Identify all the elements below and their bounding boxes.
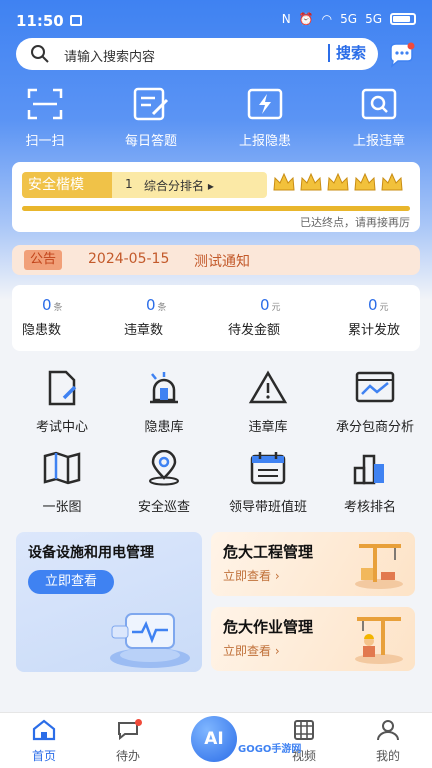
battery-icon <box>390 13 416 25</box>
status-bar: 11:50 N ⏰ ◠ 5G 5G <box>0 0 432 40</box>
stats-card: 0条 隐患数 0条 违章数 0元 待发金额 0元 累计发放 <box>12 285 420 351</box>
equipment-card[interactable]: 设备设施和用电管理 立即查看 <box>16 532 202 672</box>
search-bar[interactable]: 请输入搜索内容 搜索 <box>16 38 378 70</box>
ranking-progress-fill <box>22 206 410 211</box>
feature-subcontractor-analysis[interactable]: 承分包商分析 <box>320 370 430 435</box>
major-work-title: 危大作业管理 <box>223 618 314 636</box>
feature-safety-patrol[interactable]: 安全巡查 <box>114 449 214 515</box>
quick-action-daily-quiz[interactable]: 每日答题 <box>106 86 196 149</box>
quick-action-scan[interactable]: 扫一扫 <box>0 86 90 149</box>
quiz-icon <box>133 87 169 121</box>
user-icon <box>377 720 399 741</box>
quick-action-report-violation[interactable]: 上报违章 <box>334 86 424 149</box>
search-icon <box>31 45 49 63</box>
crane-worker-icon <box>355 617 403 664</box>
watermark: GOGO手游网 <box>238 744 302 755</box>
status-time: 11:50 <box>16 12 64 30</box>
ranking-note: 已达终点，请再接再厉 <box>300 216 410 229</box>
ranking-summary[interactable]: 综合分排名 ▸ <box>144 177 214 194</box>
signal-icon: 5G <box>340 12 358 26</box>
major-project-link[interactable]: 立即查看 › <box>223 567 280 584</box>
major-project-title: 危大工程管理 <box>223 543 314 561</box>
feature-violation-library[interactable]: 违章库 <box>218 370 318 435</box>
ranking-number: 1 <box>125 177 133 191</box>
monitor-illustration <box>110 613 190 668</box>
search-input[interactable]: 请输入搜索内容 <box>64 46 155 65</box>
feature-one-map[interactable]: 一张图 <box>12 450 112 515</box>
video-icon <box>294 720 314 740</box>
report-violation-icon <box>361 88 397 120</box>
stat-hazards[interactable]: 0条 隐患数 <box>22 295 122 338</box>
notification-icon <box>70 15 82 26</box>
ranking-pill: 安全楷模 1 综合分排名 ▸ <box>22 172 267 198</box>
crown-star-icon <box>354 172 376 191</box>
feature-grid: 考试中心 隐患库 违章库 承分包商分析 一张图 安全巡查 领导带班值班 考核排名 <box>0 370 432 520</box>
ranking-icon <box>353 454 384 485</box>
ranking-tag: 安全楷模 <box>22 172 112 198</box>
map-icon <box>43 451 81 485</box>
message-icon[interactable] <box>387 42 415 68</box>
feature-assessment-ranking[interactable]: 考核排名 <box>320 450 420 515</box>
stat-violations[interactable]: 0条 违章数 <box>124 295 224 338</box>
alarm-light-icon <box>150 372 178 404</box>
signal-icon-2: 5G <box>365 12 382 26</box>
exam-icon <box>48 370 77 406</box>
crown-star-icon <box>327 172 349 191</box>
major-work-card[interactable]: 危大作业管理 立即查看 › <box>211 607 415 671</box>
major-project-card[interactable]: 危大工程管理 立即查看 › <box>211 532 415 596</box>
calendar-icon <box>250 452 286 485</box>
search-button[interactable]: 搜索 <box>327 44 366 62</box>
quick-actions: 扫一扫 每日答题 上报隐患 上报违章 <box>0 86 432 149</box>
quick-action-report-hazard[interactable]: 上报隐患 <box>220 86 310 149</box>
analysis-icon <box>355 371 395 403</box>
crown-star-icon <box>300 172 322 191</box>
notice-bar[interactable]: 公告 2024-05-15 测试通知 <box>12 245 420 275</box>
tab-mine[interactable]: 我的 <box>358 719 418 764</box>
location-icon <box>149 449 179 486</box>
equipment-title: 设备设施和用电管理 <box>28 545 154 561</box>
home-icon <box>32 719 56 741</box>
feature-exam-center[interactable]: 考试中心 <box>12 370 112 435</box>
scan-icon <box>27 88 63 120</box>
stat-total-paid[interactable]: 0元 累计发放 <box>348 295 432 338</box>
notice-title[interactable]: 测试通知 <box>194 251 250 271</box>
tab-home[interactable]: 首页 <box>14 719 74 764</box>
wifi-icon: ◠ <box>321 12 333 26</box>
crown-star-icon <box>273 172 295 191</box>
alarm-icon: ⏰ <box>298 12 314 26</box>
star-rating <box>272 172 404 192</box>
status-icons: N ⏰ ◠ 5G 5G <box>282 12 416 26</box>
crown-star-icon <box>381 172 403 191</box>
notice-badge: 公告 <box>24 250 63 270</box>
crane-icon <box>355 544 403 589</box>
feature-leader-duty[interactable]: 领导带班值班 <box>218 450 318 515</box>
warning-icon <box>248 370 288 404</box>
tab-todo[interactable]: 待办 <box>98 719 158 764</box>
major-work-link[interactable]: 立即查看 › <box>223 642 280 659</box>
todo-badge <box>135 719 142 726</box>
ai-assistant-button[interactable]: AI <box>191 716 237 762</box>
notice-date: 2024-05-15 <box>88 251 170 267</box>
stat-pending-amount[interactable]: 0元 待发金额 <box>228 295 328 338</box>
ranking-card[interactable]: 安全楷模 1 综合分排名 ▸ 已达终点，请再接再厉 <box>12 162 420 232</box>
equipment-view-button[interactable]: 立即查看 <box>28 570 114 594</box>
report-hazard-icon <box>247 88 283 120</box>
nfc-icon: N <box>281 12 291 26</box>
feature-hazard-library[interactable]: 隐患库 <box>114 370 214 435</box>
ranking-progress-bar <box>22 206 410 211</box>
